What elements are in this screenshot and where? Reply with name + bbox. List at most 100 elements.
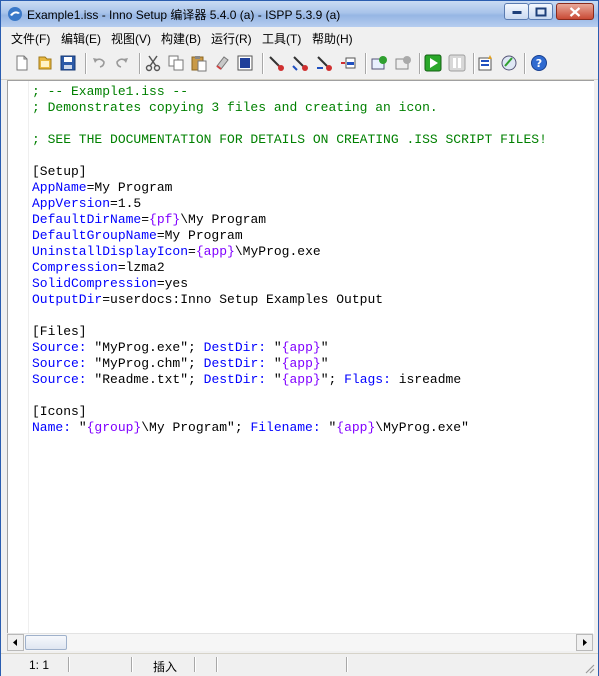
code-token: ": [320, 420, 337, 435]
title-bar[interactable]: Example1.iss - Inno Setup 编译器 5.4.0 (a) …: [1, 1, 598, 27]
code-token: "MyProg.chm";: [86, 356, 204, 371]
paste-icon[interactable]: [190, 54, 208, 72]
code-line[interactable]: SolidCompression=yes: [32, 276, 188, 292]
menu-view[interactable]: 视图(V): [111, 30, 151, 47]
step-over-icon[interactable]: [370, 54, 388, 72]
code-token: DestDir:: [203, 340, 267, 355]
select-all-icon[interactable]: [236, 54, 254, 72]
menu-bar: 文件(F) 编辑(E) 视图(V) 构建(B) 运行(R) 工具(T) 帮助(H…: [1, 27, 598, 47]
code-token: ; SEE THE DOCUMENTATION FOR DETAILS ON C…: [32, 132, 547, 147]
run-to-cursor-icon[interactable]: [394, 54, 412, 72]
ispp-icon[interactable]: [500, 54, 518, 72]
compile-icon[interactable]: [267, 54, 285, 72]
code-line[interactable]: Source: "MyProg.chm"; DestDir: "{app}": [32, 356, 329, 372]
minimize-icon: [512, 10, 521, 14]
code-line[interactable]: [Icons]: [32, 404, 87, 420]
code-token: Filename:: [250, 420, 321, 435]
status-separator: [68, 657, 70, 672]
code-token: [Files]: [32, 324, 87, 339]
code-token: {pf}: [149, 212, 181, 227]
toolbar-separator: [85, 53, 87, 74]
compile-next-icon[interactable]: [315, 54, 333, 72]
status-separator: [194, 657, 196, 672]
code-line[interactable]: OutputDir=userdocs:Inno Setup Examples O…: [32, 292, 383, 308]
status-separator: [131, 657, 133, 672]
step-into-icon[interactable]: [339, 54, 357, 72]
new-wizard-icon[interactable]: [477, 54, 495, 72]
open-file-icon[interactable]: [36, 54, 54, 72]
code-token: =: [188, 244, 196, 259]
code-token: ": [320, 356, 329, 371]
code-token: {group}: [86, 420, 142, 435]
code-token: =: [141, 212, 150, 227]
code-token: ": [71, 420, 87, 435]
resize-grip-icon[interactable]: [583, 662, 595, 674]
svg-text:?: ?: [536, 57, 542, 70]
code-token: \MyProg.exe": [375, 420, 469, 435]
code-token: AppVersion: [32, 196, 111, 211]
code-token: Compression: [32, 260, 118, 275]
status-separator: [216, 657, 218, 672]
inno-setup-app-icon: [8, 7, 22, 21]
status-bar: 1: 1 插入: [1, 653, 598, 676]
code-token: ";: [320, 372, 345, 387]
code-line[interactable]: DefaultGroupName=My Program: [32, 228, 243, 244]
code-token: ; Demonstrates copying 3 files and creat…: [32, 100, 438, 115]
code-line[interactable]: ; SEE THE DOCUMENTATION FOR DETAILS ON C…: [32, 132, 547, 148]
maximize-button[interactable]: [528, 3, 553, 20]
redo-icon[interactable]: [113, 54, 131, 72]
pause-icon[interactable]: [448, 54, 466, 72]
undo-icon[interactable]: [90, 54, 108, 72]
horizontal-scrollbar[interactable]: [7, 633, 593, 651]
help-icon[interactable]: ?: [530, 54, 548, 72]
compile-stop-icon[interactable]: [291, 54, 309, 72]
toolbar-separator: [524, 53, 526, 74]
code-line[interactable]: [Files]: [32, 324, 87, 340]
code-line[interactable]: Name: "{group}\My Program"; Filename: "{…: [32, 420, 469, 436]
code-line[interactable]: DefaultDirName={pf}\My Program: [32, 212, 266, 228]
code-token: isreadme: [390, 372, 462, 387]
code-line[interactable]: ; -- Example1.iss --: [32, 84, 188, 100]
menu-run[interactable]: 运行(R): [211, 30, 252, 47]
new-file-icon[interactable]: [13, 54, 31, 72]
code-line[interactable]: Source: "Readme.txt"; DestDir: "{app}"; …: [32, 372, 461, 388]
code-token: =lzma2: [117, 260, 165, 275]
save-icon[interactable]: [59, 54, 77, 72]
menu-file[interactable]: 文件(F): [11, 30, 50, 47]
scroll-left-button[interactable]: [7, 634, 24, 651]
code-token: SolidCompression: [32, 276, 157, 291]
script-editor[interactable]: ; -- Example1.iss --; Demonstrates copyi…: [7, 80, 594, 634]
clear-icon[interactable]: [213, 54, 231, 72]
code-token: =My Program: [156, 228, 243, 243]
code-line[interactable]: [Setup]: [32, 164, 87, 180]
menu-edit[interactable]: 编辑(E): [61, 30, 101, 47]
code-token: [Setup]: [32, 164, 87, 179]
code-token: Source:: [32, 372, 87, 387]
code-line[interactable]: AppVersion=1.5: [32, 196, 141, 212]
code-token: ": [320, 340, 329, 355]
menu-tools[interactable]: 工具(T): [262, 30, 301, 47]
cut-icon[interactable]: [144, 54, 162, 72]
maximize-icon: [535, 7, 546, 16]
code-token: DestDir:: [203, 372, 267, 387]
menu-build[interactable]: 构建(B): [161, 30, 201, 47]
code-token: {app}: [281, 340, 321, 355]
code-line[interactable]: Compression=lzma2: [32, 260, 165, 276]
close-button[interactable]: [556, 3, 594, 20]
run-icon[interactable]: [424, 54, 442, 72]
code-token: DefaultDirName: [32, 212, 142, 227]
code-line[interactable]: ; Demonstrates copying 3 files and creat…: [32, 100, 438, 116]
toolbar-separator: [419, 53, 421, 74]
code-line[interactable]: UninstallDisplayIcon={app}\MyProg.exe: [32, 244, 321, 260]
scroll-right-button[interactable]: [576, 634, 593, 651]
code-line[interactable]: Source: "MyProg.exe"; DestDir: "{app}": [32, 340, 329, 356]
minimize-button[interactable]: [504, 3, 529, 20]
code-token: Source:: [32, 356, 87, 371]
scrollbar-thumb[interactable]: [25, 635, 67, 650]
toolbar-separator: [365, 53, 367, 74]
menu-help[interactable]: 帮助(H): [312, 30, 353, 47]
copy-icon[interactable]: [167, 54, 185, 72]
code-token: =My Program: [86, 180, 173, 195]
code-line[interactable]: AppName=My Program: [32, 180, 172, 196]
toolbar-separator: [262, 53, 264, 74]
